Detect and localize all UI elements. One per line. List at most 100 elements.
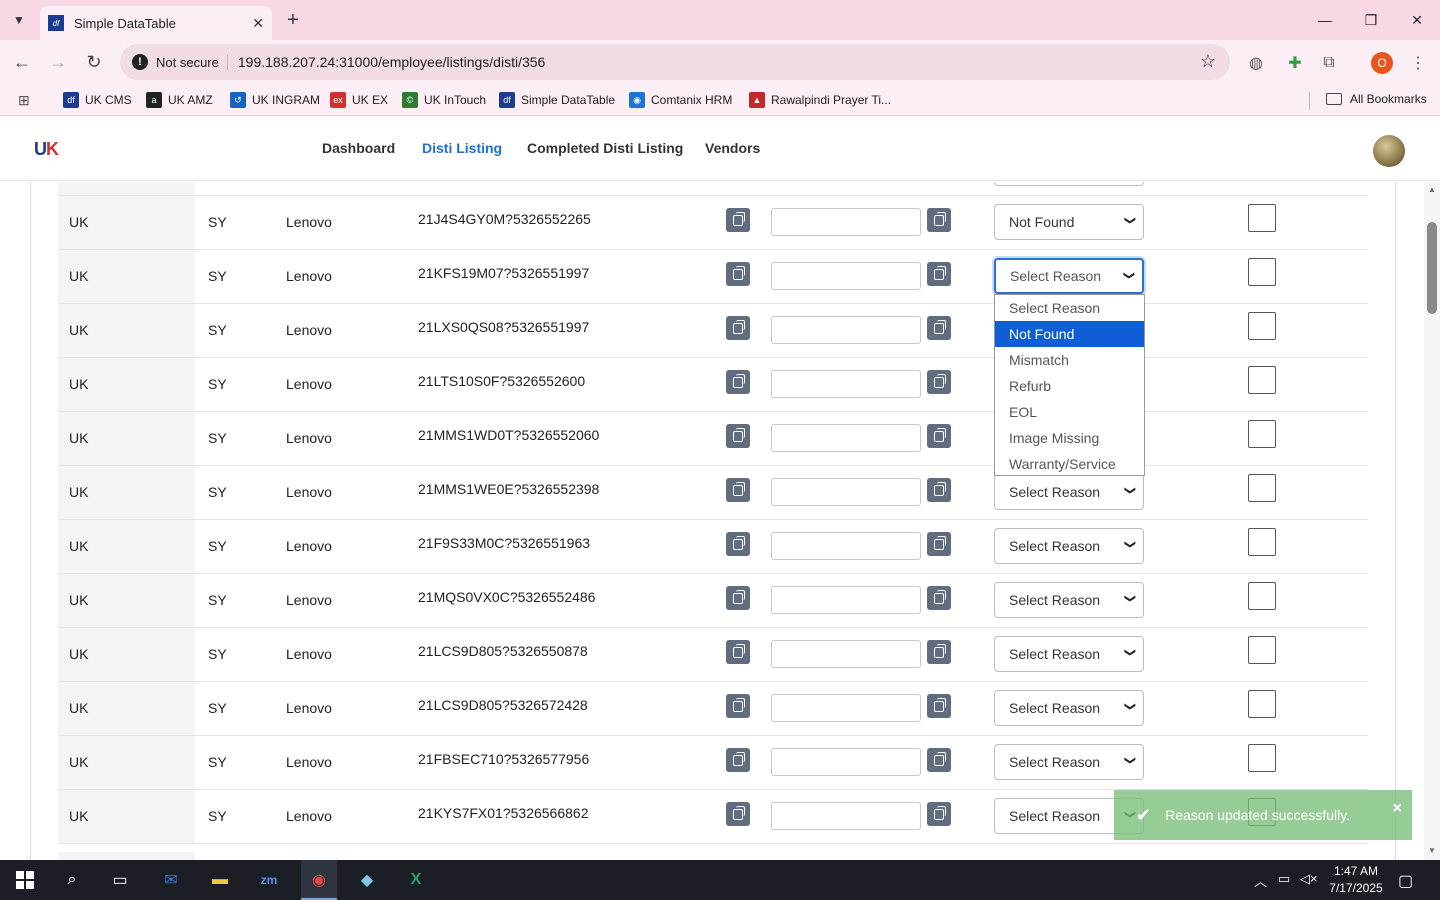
paste-icon[interactable] — [927, 208, 951, 232]
row-text-input[interactable] — [771, 532, 921, 560]
paste-icon[interactable] — [927, 424, 951, 448]
toast-close-icon[interactable]: × — [1393, 800, 1402, 818]
nav-completed-disti-listing[interactable]: Completed Disti Listing — [527, 140, 683, 156]
scroll-down-icon[interactable]: ▼ — [1427, 846, 1437, 855]
row-text-input[interactable] — [771, 748, 921, 776]
copy-icon[interactable] — [726, 478, 750, 502]
row-checkbox[interactable] — [1248, 474, 1276, 502]
notifications-icon[interactable]: ▢ — [1398, 871, 1413, 891]
nav-vendors[interactable]: Vendors — [705, 140, 760, 156]
row-checkbox[interactable] — [1248, 528, 1276, 556]
row-checkbox[interactable] — [1248, 366, 1276, 394]
row-text-input[interactable] — [771, 424, 921, 452]
reason-option[interactable]: Not Found — [995, 321, 1144, 347]
reason-option[interactable]: Select Reason — [995, 295, 1144, 321]
paste-icon[interactable] — [927, 748, 951, 772]
restore-icon[interactable]: ❐ — [1348, 0, 1394, 40]
reason-select[interactable]: Select Reason ❯ — [994, 690, 1144, 726]
copy-icon[interactable] — [726, 640, 750, 664]
row-checkbox[interactable] — [1248, 744, 1276, 772]
minimize-icon[interactable]: — — [1302, 0, 1348, 40]
reason-select[interactable]: Select Reason ❯ — [994, 636, 1144, 672]
apps-grid-icon[interactable]: ⊞ — [18, 92, 30, 109]
copy-icon[interactable] — [726, 208, 750, 232]
bookmark-item[interactable]: © UK InTouch — [402, 92, 486, 108]
paste-icon[interactable] — [927, 640, 951, 664]
row-checkbox[interactable] — [1248, 204, 1276, 232]
file-explorer-icon[interactable]: ▬ — [205, 866, 235, 894]
scroll-up-icon[interactable]: ▲ — [1427, 185, 1437, 194]
bookmark-item[interactable]: ex UK EX — [330, 92, 388, 108]
bookmark-item[interactable]: ▲ Rawalpindi Prayer Ti... — [749, 92, 891, 108]
copy-icon[interactable] — [726, 370, 750, 394]
address-bar[interactable]: ! Not secure 199.188.207.24:31000/employ… — [120, 44, 1230, 80]
reason-select[interactable]: Select Reason ❯ — [994, 474, 1144, 510]
bookmark-star-icon[interactable]: ☆ — [1200, 51, 1216, 72]
reason-dropdown-list[interactable]: Select Reason Not Found Mismatch Refurb EOL I… — [994, 294, 1145, 476]
row-text-input[interactable] — [771, 640, 921, 668]
copy-icon[interactable] — [726, 316, 750, 340]
reason-select[interactable]: Select Reason ❯ — [994, 258, 1144, 294]
browser-tab[interactable]: df Simple DataTable ✕ — [40, 6, 272, 40]
excel-icon[interactable]: X — [401, 866, 431, 894]
back-icon[interactable]: ← — [10, 50, 34, 74]
bookmark-item[interactable]: df UK CMS — [63, 92, 132, 108]
search-icon[interactable]: ⌕ — [57, 866, 87, 894]
scrollbar-thumb[interactable] — [1427, 222, 1437, 314]
tray-chevron-icon[interactable]: ︿ — [1254, 871, 1267, 890]
copy-icon[interactable] — [726, 748, 750, 772]
row-text-input[interactable] — [771, 316, 921, 344]
paste-icon[interactable] — [927, 370, 951, 394]
windows-start-icon[interactable] — [10, 866, 40, 894]
task-view-icon[interactable]: ▭ — [105, 866, 135, 894]
row-text-input[interactable] — [771, 478, 921, 506]
bookmark-item[interactable]: a UK AMZ — [146, 92, 213, 108]
row-text-input[interactable] — [771, 586, 921, 614]
row-text-input[interactable] — [771, 370, 921, 398]
row-checkbox[interactable] — [1248, 420, 1276, 448]
row-checkbox[interactable] — [1248, 636, 1276, 664]
reason-option[interactable]: EOL — [995, 399, 1144, 425]
bookmark-item[interactable]: ◉ Comtanix HRM — [629, 92, 732, 108]
user-avatar[interactable] — [1373, 135, 1405, 167]
volume-muted-icon[interactable]: ◁× — [1300, 871, 1318, 887]
extensions-icon[interactable]: ⧉ — [1318, 52, 1340, 74]
reason-option[interactable]: Mismatch — [995, 347, 1144, 373]
copy-icon[interactable] — [726, 694, 750, 718]
app-diamond-icon[interactable]: ◆ — [352, 866, 382, 894]
paste-icon[interactable] — [927, 586, 951, 610]
reason-option[interactable]: Refurb — [995, 373, 1144, 399]
url-text[interactable]: 199.188.207.24:31000/employee/listings/d… — [238, 54, 545, 70]
tab-close-icon[interactable]: ✕ — [252, 15, 264, 32]
copy-icon[interactable] — [726, 802, 750, 826]
taskbar-clock[interactable]: 1:47 AM 7/17/2025 — [1324, 863, 1388, 897]
row-checkbox[interactable] — [1248, 582, 1276, 610]
copy-icon[interactable] — [726, 586, 750, 610]
window-close-icon[interactable]: ✕ — [1394, 0, 1440, 40]
row-text-input[interactable] — [771, 262, 921, 290]
tab-search-icon[interactable]: ▼ — [4, 6, 34, 34]
extension-puzzle-green-icon[interactable]: ✚ — [1284, 52, 1306, 74]
paste-icon[interactable] — [927, 262, 951, 286]
row-text-input[interactable] — [771, 208, 921, 236]
chrome-icon[interactable]: ◉ — [304, 866, 334, 894]
reason-option[interactable]: Warranty/Service — [995, 451, 1144, 477]
paste-icon[interactable] — [927, 478, 951, 502]
paste-icon[interactable] — [927, 532, 951, 556]
bookmark-item[interactable]: ↺ UK INGRAM — [230, 92, 320, 108]
row-text-input[interactable] — [771, 802, 921, 830]
reason-select[interactable]: Select Reason ❯ — [994, 744, 1144, 780]
profile-avatar[interactable]: O — [1371, 52, 1393, 74]
row-checkbox[interactable] — [1248, 312, 1276, 340]
nav-disti-listing[interactable]: Disti Listing — [422, 140, 502, 156]
copy-icon[interactable] — [726, 262, 750, 286]
bookmark-item[interactable]: df Simple DataTable — [499, 92, 615, 108]
partial-select[interactable] — [994, 182, 1144, 186]
zoom-icon[interactable]: zm — [254, 866, 284, 894]
reason-select[interactable]: Not Found ❯ — [994, 204, 1144, 240]
row-text-input[interactable] — [771, 694, 921, 722]
paste-icon[interactable] — [927, 802, 951, 826]
translate-icon[interactable]: ◍ — [1245, 52, 1267, 74]
network-icon[interactable]: ▭ — [1278, 871, 1290, 887]
paste-icon[interactable] — [927, 316, 951, 340]
